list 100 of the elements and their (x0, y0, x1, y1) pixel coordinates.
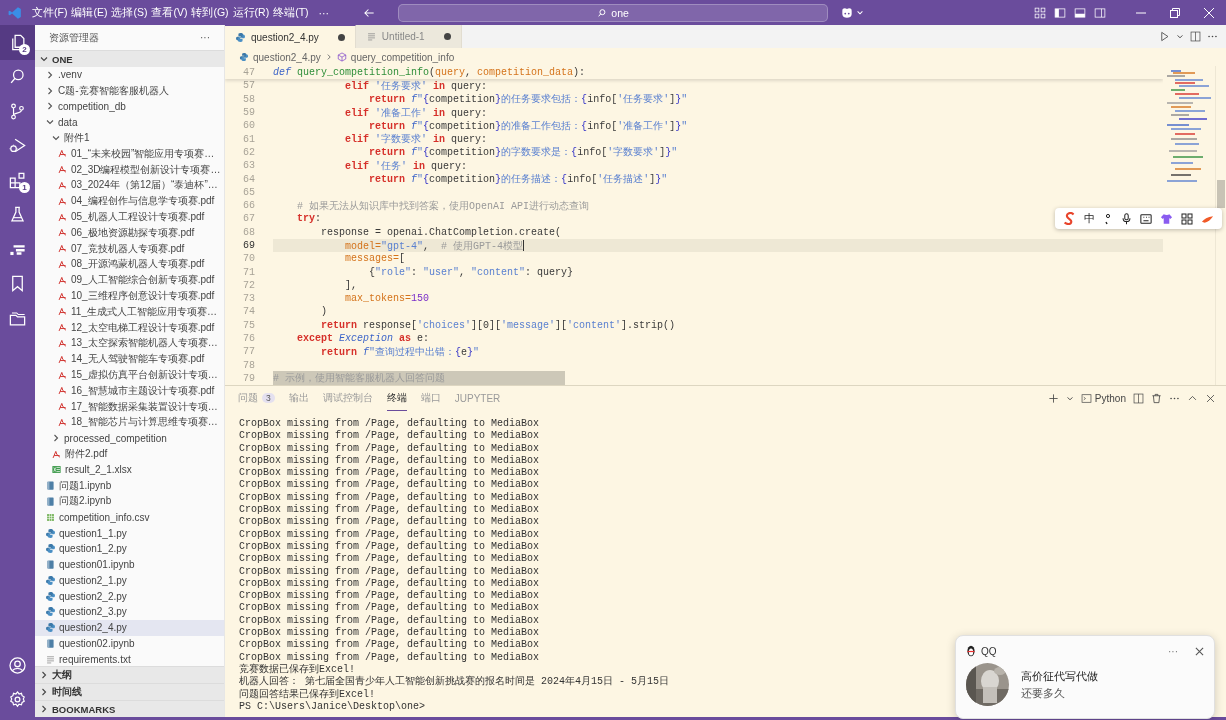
file-tree-item[interactable]: 12_太空电梯工程设计专项赛.pdf (35, 319, 224, 336)
scroll-thumb[interactable] (1217, 180, 1225, 208)
file-tree-item[interactable]: 18_智能芯片与计算思维专项赛… (35, 414, 224, 431)
terminal-line: CropBox missing from /Page, defaulting to MediaBox (239, 491, 540, 504)
file-tree-item[interactable]: 09_人工智能综合创新专项赛.pdf (35, 272, 224, 289)
breadcrumb-item[interactable]: query_competition_info (350, 51, 455, 63)
file-tree-item[interactable]: 14_无人驾驶智能车专项赛.pdf (35, 351, 224, 368)
split-terminal-icon[interactable] (1133, 393, 1144, 404)
trash-icon[interactable] (1151, 393, 1162, 404)
more-actions[interactable]: ··· (1168, 645, 1178, 657)
file-tree-item[interactable]: question1_1.py (35, 525, 224, 541)
file-tree-item[interactable]: 16_智慧城市主题设计专项赛.pdf (35, 382, 224, 399)
chevron-icon[interactable] (39, 687, 49, 697)
file-tree-item[interactable]: question2_1.py (35, 572, 224, 589)
menu-item[interactable]: 查看(V) (150, 5, 189, 20)
file-tree-item[interactable]: 01_“未来校园”智能应用专项赛… (35, 146, 224, 162)
terminal-name[interactable]: Python (1094, 393, 1126, 404)
folder-section-header[interactable]: ONE (35, 50, 224, 67)
split-editor-icon[interactable] (1190, 31, 1201, 42)
secondary-sidebar-icon[interactable] (1094, 6, 1106, 19)
menu-item[interactable]: 选择(S) (110, 5, 149, 20)
chevron-icon[interactable] (39, 670, 49, 680)
terminal-icon[interactable] (1080, 393, 1092, 404)
close-icon[interactable] (1195, 646, 1204, 656)
account-icon[interactable] (8, 655, 27, 675)
menu-item[interactable]: 文件(F) (31, 5, 69, 20)
chevron-icon[interactable] (45, 101, 55, 112)
panel-toggle-icon[interactable] (1074, 6, 1086, 19)
robot-icon[interactable] (840, 5, 855, 20)
file-tree-item[interactable]: 问题1.ipynb (35, 477, 224, 494)
layout-icon[interactable] (1034, 6, 1046, 19)
section-header[interactable]: 时间线 (35, 683, 224, 700)
file-tree-item[interactable]: 10_三维程序创意设计专项赛.pdf (35, 288, 224, 304)
s-logo-icon[interactable] (1063, 212, 1076, 225)
input-mode-toggle[interactable]: 中 (1084, 211, 1095, 226)
file-tree-item[interactable]: question2_2.py (35, 588, 224, 605)
panel-tab[interactable]: 问题 3 (238, 386, 275, 411)
breadcrumb-item[interactable]: question2_4.py (253, 51, 321, 63)
menu-item[interactable]: 运行(R) (231, 5, 271, 20)
file-tree-item[interactable]: 05_机器人工程设计专项赛.pdf (35, 209, 224, 225)
settings-icon[interactable] (8, 690, 27, 710)
file-tree-item[interactable]: question02.ipynb (35, 635, 224, 652)
file-tree-item[interactable]: 07_竞技机器人专项赛.pdf (35, 240, 224, 257)
file-tree-item[interactable]: data (35, 114, 224, 131)
panel-tab[interactable]: 终端 (386, 386, 407, 411)
section-header[interactable]: 大纲 (35, 666, 224, 683)
file-tree-item[interactable]: 11_生成式人工智能应用专项赛… (35, 303, 224, 320)
caret-icon[interactable] (1065, 394, 1074, 403)
grid-icon[interactable] (1181, 212, 1193, 225)
keyboard-icon[interactable] (1140, 212, 1152, 225)
file-tree-item[interactable]: 附件1 (35, 130, 224, 146)
file-tree-item[interactable]: processed_competition (35, 430, 224, 447)
sidebar-toggle-icon[interactable] (1054, 6, 1066, 19)
chevron-icon[interactable] (39, 704, 49, 714)
file-tree-item[interactable]: 02_3D编程模型创新设计专项赛… (35, 161, 224, 178)
more-actions[interactable]: ··· (200, 32, 210, 43)
file-tree-item[interactable]: question2_4.py (35, 619, 224, 636)
chevron-icon[interactable] (45, 69, 55, 80)
file-tree-item[interactable]: 15_虚拟仿真平台创新设计专项… (35, 367, 224, 383)
menu-item[interactable]: 终端(T) (272, 5, 310, 20)
file-tree-item[interactable]: 附件2.pdf (35, 446, 224, 462)
file-tree-item[interactable]: 06_极地资源勘探专项赛.pdf (35, 224, 224, 241)
run-icon[interactable] (1159, 31, 1170, 42)
file-tree-item[interactable]: question1_2.py (35, 540, 224, 557)
file-tree-item[interactable]: 13_太空探索智能机器人专项赛… (35, 335, 224, 352)
chevron-icon[interactable] (39, 54, 49, 64)
more-menu[interactable]: ··· (317, 6, 331, 19)
file-tree-item[interactable]: .venv (35, 67, 224, 83)
file-tree-item[interactable]: 03_2024年（第12届）“泰迪杯”… (35, 177, 224, 194)
python-file-icon (45, 527, 56, 539)
notebook-file-icon (45, 559, 56, 571)
section-header[interactable]: BOOKMARKS (35, 700, 224, 717)
search-field[interactable]: one (398, 3, 829, 22)
editor-tab[interactable]: question2_4.py (225, 25, 356, 48)
activity-bar-item[interactable]: 2 (0, 25, 35, 60)
file-tree-item[interactable]: 17_智能数据采集装置设计专项… (35, 398, 224, 415)
shirt-icon[interactable] (1160, 212, 1173, 225)
punctuation-icon[interactable] (1103, 212, 1113, 225)
file-tree-item[interactable]: 04_编程创作与信息学专项赛.pdf (35, 193, 224, 210)
panel-title: 资源管理器 (49, 30, 99, 45)
file-tree-item[interactable]: requirements.txt (35, 651, 224, 666)
close-icon[interactable] (1205, 393, 1216, 404)
plus-icon[interactable] (1047, 393, 1059, 404)
caret-icon[interactable] (1176, 32, 1184, 41)
file-tree-item[interactable]: competition_db (35, 98, 224, 115)
activity-bar-item[interactable]: 1 (0, 163, 35, 198)
file-tree-item[interactable]: 08_开源鸿蒙机器人专项赛.pdf (35, 256, 224, 273)
file-tree-item[interactable]: result_2_1.xlsx (35, 461, 224, 478)
file-tree-item[interactable]: C题-竞赛智能客服机器人 (35, 82, 224, 99)
microphone-icon[interactable] (1121, 212, 1132, 225)
restore-icon[interactable] (1170, 7, 1180, 18)
file-tree-item[interactable]: question01.ipynb (35, 556, 224, 573)
file-tree-item[interactable]: 问题2.ipynb (35, 493, 224, 510)
chevron-icon[interactable] (51, 433, 61, 444)
caret-icon[interactable] (856, 8, 865, 17)
file-tree-item[interactable]: question2_3.py (35, 604, 224, 620)
menu-item[interactable]: 转到(G) (190, 5, 230, 20)
file-tree-item[interactable]: competition_info.csv (35, 509, 224, 526)
chevron-icon[interactable] (45, 85, 55, 96)
menu-item[interactable]: 编辑(E) (70, 5, 109, 20)
